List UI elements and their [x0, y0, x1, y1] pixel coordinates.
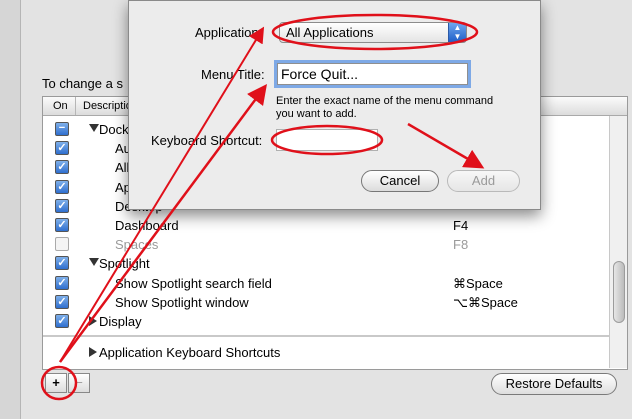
- row-label: Dashboard: [115, 218, 179, 233]
- row-checkbox[interactable]: ✓: [55, 256, 69, 271]
- disclosure-triangle-icon[interactable]: [89, 347, 97, 357]
- menu-title-label: Menu Title:: [201, 67, 265, 82]
- row-checkbox[interactable]: ✓: [55, 275, 69, 290]
- vertical-scrollbar[interactable]: [609, 116, 627, 368]
- application-label: Application:: [195, 25, 263, 40]
- keyboard-shortcut-field[interactable]: [276, 129, 378, 151]
- menu-title-hint: Enter the exact name of the menu command…: [276, 95, 494, 120]
- row-checkbox[interactable]: ✓: [55, 294, 69, 309]
- cancel-button[interactable]: Cancel: [361, 170, 439, 192]
- menu-title-input[interactable]: Force Quit...: [277, 63, 468, 85]
- row-shortcut[interactable]: ⌘Space: [453, 276, 503, 292]
- group-row-label: Application Keyboard Shortcuts: [99, 345, 281, 360]
- row-shortcut[interactable]: ⌥⌘Space: [453, 295, 518, 311]
- table-row[interactable]: ✓ Display: [43, 312, 603, 331]
- table-row[interactable]: Spaces F8: [43, 235, 603, 254]
- row-checkbox[interactable]: −: [55, 122, 69, 136]
- add-shortcut-sheet: Application: All Applications ▲ ▼ Menu Ti…: [128, 0, 541, 210]
- row-label: Spotlight: [99, 256, 150, 272]
- row-label: Display: [99, 314, 142, 329]
- application-popup-value: All Applications: [286, 25, 374, 40]
- application-popup[interactable]: All Applications ▲ ▼: [279, 22, 467, 43]
- table-row[interactable]: ✓ Show Spotlight search field ⌘Space: [43, 274, 603, 293]
- row-label: Dock: [99, 122, 129, 137]
- row-checkbox[interactable]: ✓: [55, 218, 69, 232]
- table-row[interactable]: ✓ Show Spotlight window ⌥⌘Space: [43, 293, 603, 312]
- keyboard-shortcut-label: Keyboard Shortcut:: [151, 133, 263, 148]
- disclosure-triangle-icon[interactable]: [89, 316, 97, 326]
- row-label: Show Spotlight search field: [115, 275, 272, 291]
- row-checkbox[interactable]: ✓: [55, 198, 69, 213]
- row-label: Spaces: [115, 237, 159, 253]
- column-header-description[interactable]: Descriptio: [83, 100, 132, 112]
- scrollbar-thumb[interactable]: [613, 261, 625, 323]
- restore-defaults-button[interactable]: Restore Defaults: [491, 373, 617, 395]
- column-header-on[interactable]: On: [53, 100, 68, 112]
- add-button[interactable]: Add: [447, 170, 520, 192]
- table-divider: [43, 335, 609, 337]
- row-label: Show Spotlight window: [115, 294, 249, 310]
- row-checkbox[interactable]: ✓: [55, 160, 69, 175]
- table-row-group[interactable]: Application Keyboard Shortcuts: [43, 343, 603, 362]
- disclosure-triangle-icon[interactable]: [89, 258, 99, 267]
- row-checkbox[interactable]: ✓: [55, 141, 69, 156]
- add-shortcut-button[interactable]: +: [45, 373, 67, 393]
- table-row[interactable]: ✓ Dashboard F4: [43, 216, 603, 235]
- remove-shortcut-button[interactable]: −: [68, 373, 90, 393]
- table-row[interactable]: ✓ Spotlight: [43, 254, 603, 273]
- disclosure-triangle-icon[interactable]: [89, 124, 99, 132]
- row-shortcut[interactable]: F4: [453, 218, 468, 233]
- row-checkbox[interactable]: [55, 237, 69, 252]
- column-divider: [75, 97, 76, 115]
- row-checkbox[interactable]: ✓: [55, 314, 69, 328]
- row-shortcut[interactable]: F8: [453, 237, 468, 252]
- menu-title-value: Force Quit...: [281, 66, 359, 82]
- up-down-arrows-icon: ▲ ▼: [448, 23, 466, 42]
- row-checkbox[interactable]: ✓: [55, 179, 69, 194]
